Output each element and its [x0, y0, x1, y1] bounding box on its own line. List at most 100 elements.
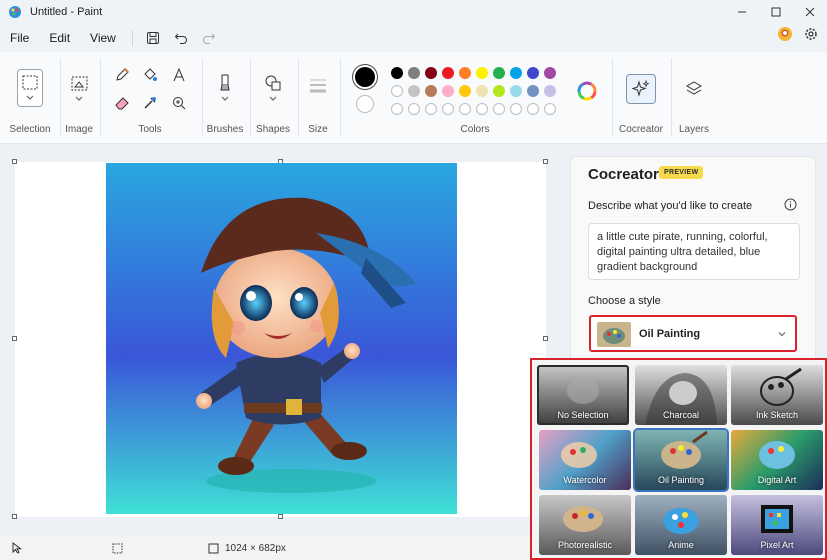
pencil-tool[interactable]: [113, 66, 131, 84]
image-button[interactable]: [69, 72, 91, 106]
minimize-button[interactable]: [725, 0, 759, 24]
custom-color-slot[interactable]: [408, 103, 420, 115]
layers-icon: [685, 81, 703, 95]
canvas-size-text: 1024 × 682px: [225, 542, 286, 554]
palette-color-swatch[interactable]: [408, 67, 420, 79]
style-option-charcoal[interactable]: Charcoal: [635, 365, 727, 425]
custom-color-slot[interactable]: [425, 103, 437, 115]
palette-color-swatch[interactable]: [391, 85, 403, 97]
magnifier-tool[interactable]: [170, 94, 188, 112]
style-dropdown[interactable]: Oil Painting: [589, 315, 797, 352]
image-group: Image: [60, 52, 98, 144]
color-picker-tool[interactable]: [141, 94, 159, 112]
menu-file[interactable]: File: [0, 31, 39, 45]
custom-color-slot[interactable]: [544, 103, 556, 115]
canvas-resize-handle[interactable]: [12, 514, 17, 519]
style-option-label: Photorealistic: [557, 540, 613, 550]
close-button[interactable]: [793, 0, 827, 24]
palette-color-swatch[interactable]: [510, 67, 522, 79]
palette-color-swatch[interactable]: [476, 67, 488, 79]
custom-color-slot[interactable]: [476, 103, 488, 115]
palette-color-swatch[interactable]: [510, 85, 522, 97]
layers-button[interactable]: [683, 78, 705, 100]
canvas-resize-handle[interactable]: [543, 159, 548, 164]
eraser-tool[interactable]: [113, 94, 131, 112]
custom-color-slot[interactable]: [527, 103, 539, 115]
custom-color-slot[interactable]: [510, 103, 522, 115]
style-option-no-selection[interactable]: No Selection: [537, 365, 629, 425]
redo-button[interactable]: [195, 26, 223, 50]
fill-bucket-icon: [144, 68, 157, 81]
selection-size-icon: [112, 543, 123, 553]
palette-color-swatch[interactable]: [493, 67, 505, 79]
cocreator-button[interactable]: [626, 74, 656, 104]
palette-color-swatch[interactable]: [442, 67, 454, 79]
status-bar: 1024 × 682px: [0, 536, 530, 560]
custom-color-slot[interactable]: [493, 103, 505, 115]
style-option-oil-painting[interactable]: Oil Painting: [635, 430, 727, 490]
shapes-button[interactable]: [263, 72, 283, 106]
save-button[interactable]: [139, 26, 167, 50]
palette-color-swatch[interactable]: [459, 85, 471, 97]
brushes-button[interactable]: [215, 72, 235, 106]
style-option-pixel-art[interactable]: Pixel Art: [731, 495, 823, 555]
palette-color-swatch[interactable]: [391, 67, 403, 79]
shapes-group: Shapes: [250, 52, 296, 144]
palette-color-swatch[interactable]: [425, 85, 437, 97]
style-option-photorealistic[interactable]: Photorealistic: [539, 495, 631, 555]
selection-group: Selection: [0, 52, 60, 144]
info-icon[interactable]: [784, 198, 797, 211]
style-option-digital-art[interactable]: Digital Art: [731, 430, 823, 490]
menu-view[interactable]: View: [80, 31, 126, 45]
palette-color-swatch[interactable]: [544, 67, 556, 79]
account-avatar-icon[interactable]: [777, 26, 793, 42]
custom-color-slot[interactable]: [391, 103, 403, 115]
tools-label: Tools: [138, 124, 162, 135]
menu-separator: [131, 30, 133, 46]
palette-color-swatch[interactable]: [476, 85, 488, 97]
canvas-resize-handle[interactable]: [12, 336, 17, 341]
style-option-label: Watercolor: [563, 475, 607, 485]
style-option-watercolor[interactable]: Watercolor: [539, 430, 631, 490]
size-button[interactable]: [307, 74, 329, 96]
layers-label: Layers: [678, 124, 709, 135]
cursor-position-icon: [12, 542, 22, 554]
text-icon: [173, 67, 185, 82]
style-options-popup: No Selection Charcoal Ink Sketch Waterco…: [530, 358, 827, 560]
palette-color-swatch[interactable]: [425, 67, 437, 79]
style-option-label: Anime: [668, 540, 694, 550]
style-option-label: Oil Painting: [657, 475, 705, 485]
primary-color-swatch[interactable]: [355, 67, 375, 87]
secondary-color-swatch[interactable]: [356, 95, 374, 113]
canvas-resize-handle[interactable]: [278, 514, 283, 519]
style-option-anime[interactable]: Anime: [635, 495, 727, 555]
settings-gear-icon[interactable]: [803, 26, 819, 42]
cocreator-label: Cocreator: [619, 124, 663, 135]
palette-color-swatch[interactable]: [544, 85, 556, 97]
palette-color-swatch[interactable]: [408, 85, 420, 97]
edit-colors-button[interactable]: [576, 80, 598, 102]
palette-color-swatch[interactable]: [493, 85, 505, 97]
title-bar: Untitled - Paint: [0, 0, 827, 24]
style-thumbnail: [597, 322, 631, 347]
custom-color-slot[interactable]: [442, 103, 454, 115]
palette-color-swatch[interactable]: [459, 67, 471, 79]
prompt-textarea[interactable]: a little cute pirate, running, colorful,…: [588, 223, 800, 280]
canvas-resize-handle[interactable]: [543, 336, 548, 341]
canvas-resize-handle[interactable]: [12, 159, 17, 164]
magnifier-icon: [173, 97, 186, 110]
generated-pirate-image[interactable]: [106, 163, 457, 514]
window-title: Untitled - Paint: [30, 6, 103, 18]
maximize-button[interactable]: [759, 0, 793, 24]
menu-edit[interactable]: Edit: [39, 31, 80, 45]
save-icon: [146, 32, 159, 44]
palette-color-swatch[interactable]: [527, 85, 539, 97]
style-option-ink-sketch[interactable]: Ink Sketch: [731, 365, 823, 425]
selection-button[interactable]: [17, 69, 43, 107]
fill-tool[interactable]: [141, 66, 159, 84]
undo-button[interactable]: [167, 26, 195, 50]
text-tool[interactable]: [170, 66, 188, 84]
palette-color-swatch[interactable]: [442, 85, 454, 97]
palette-color-swatch[interactable]: [527, 67, 539, 79]
custom-color-slot[interactable]: [459, 103, 471, 115]
